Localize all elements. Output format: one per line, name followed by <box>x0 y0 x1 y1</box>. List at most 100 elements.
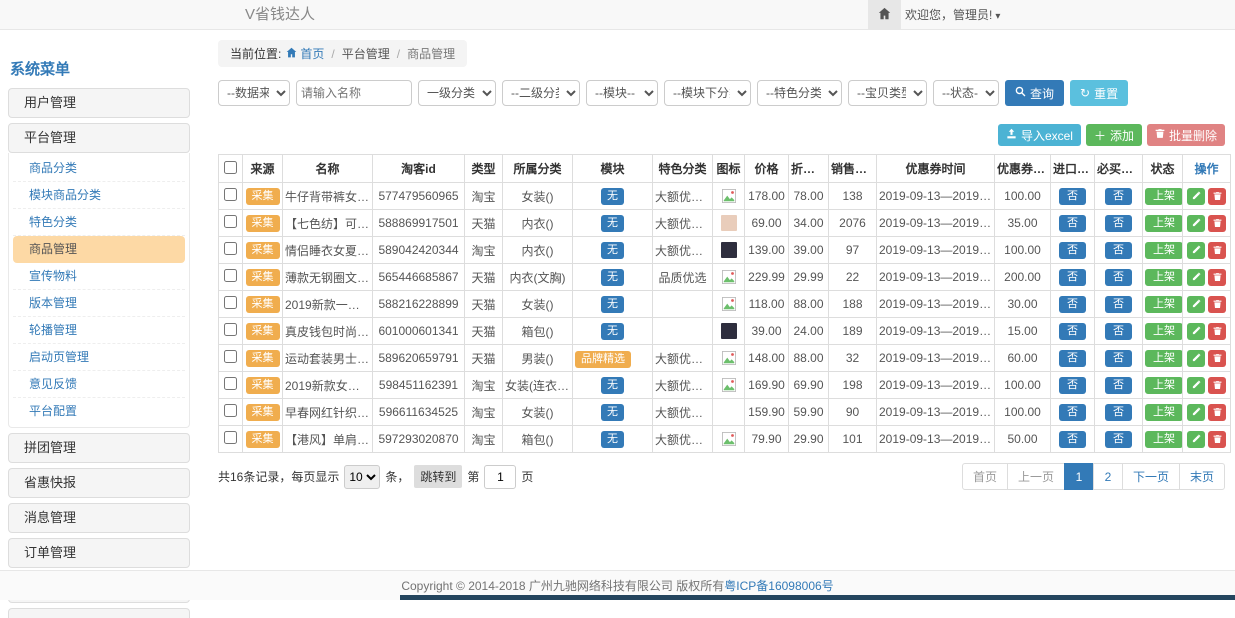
reset-button[interactable]: ↻ 重置 <box>1070 80 1128 106</box>
home-button[interactable] <box>868 0 901 30</box>
status-toggle[interactable]: 上架 <box>1145 431 1183 448</box>
jump-button[interactable]: 跳转到 <box>414 465 462 488</box>
filter-data-source[interactable]: --数据来源-- <box>218 80 290 106</box>
delete-button[interactable] <box>1208 215 1226 232</box>
status-toggle[interactable]: 上架 <box>1145 377 1183 394</box>
must-buy-toggle[interactable]: 否 <box>1105 404 1132 421</box>
sidebar-section-0[interactable]: 用户管理 <box>8 88 190 118</box>
page-number-input[interactable] <box>484 465 516 489</box>
delete-button[interactable] <box>1208 377 1226 394</box>
sidebar-section-12[interactable]: 拼团管理 <box>8 433 190 463</box>
page-button-上一页[interactable]: 上一页 <box>1007 463 1065 490</box>
edit-button[interactable] <box>1187 323 1205 340</box>
must-buy-toggle[interactable]: 否 <box>1105 242 1132 259</box>
edit-button[interactable] <box>1187 242 1205 259</box>
sidebar-section-14[interactable]: 消息管理 <box>8 503 190 533</box>
row-checkbox[interactable] <box>224 431 237 444</box>
import-select-toggle[interactable]: 否 <box>1059 377 1086 394</box>
row-checkbox[interactable] <box>224 242 237 255</box>
sidebar-item-3[interactable]: 模块商品分类 <box>13 182 185 209</box>
import-select-toggle[interactable]: 否 <box>1059 404 1086 421</box>
sidebar-item-7[interactable]: 版本管理 <box>13 290 185 317</box>
status-toggle[interactable]: 上架 <box>1145 188 1183 205</box>
sidebar-section-cutoff[interactable] <box>8 608 190 618</box>
delete-button[interactable] <box>1208 269 1226 286</box>
row-checkbox[interactable] <box>224 350 237 363</box>
sidebar-item-9[interactable]: 启动页管理 <box>13 344 185 371</box>
user-menu[interactable]: 欢迎您，管理员!▾ <box>905 0 1000 32</box>
status-toggle[interactable]: 上架 <box>1145 350 1183 367</box>
page-button-下一页[interactable]: 下一页 <box>1122 463 1180 490</box>
filter-level2-category[interactable]: --二级分类-- <box>502 80 580 106</box>
import-select-toggle[interactable]: 否 <box>1059 323 1086 340</box>
must-buy-toggle[interactable]: 否 <box>1105 350 1132 367</box>
filter-module-sub-category[interactable]: --模块下分类-- <box>664 80 751 106</box>
import-select-toggle[interactable]: 否 <box>1059 188 1086 205</box>
sidebar-item-10[interactable]: 意见反馈 <box>13 371 185 398</box>
status-toggle[interactable]: 上架 <box>1145 269 1183 286</box>
sidebar-item-8[interactable]: 轮播管理 <box>13 317 185 344</box>
sidebar-section-1[interactable]: 平台管理 <box>8 123 190 153</box>
filter-status[interactable]: --状态-- <box>933 80 999 106</box>
must-buy-toggle[interactable]: 否 <box>1105 215 1132 232</box>
edit-button[interactable] <box>1187 188 1205 205</box>
filter-module[interactable]: --模块-- <box>586 80 658 106</box>
icp-link[interactable]: 粤ICP备16098006号 <box>724 579 833 593</box>
row-checkbox[interactable] <box>224 188 237 201</box>
page-button-2[interactable]: 2 <box>1093 463 1123 490</box>
filter-level1-category[interactable]: 一级分类 <box>418 80 496 106</box>
delete-button[interactable] <box>1208 323 1226 340</box>
sidebar-item-4[interactable]: 特色分类 <box>13 209 185 236</box>
status-toggle[interactable]: 上架 <box>1145 242 1183 259</box>
import-select-toggle[interactable]: 否 <box>1059 269 1086 286</box>
row-checkbox[interactable] <box>224 404 237 417</box>
delete-button[interactable] <box>1208 242 1226 259</box>
import-select-toggle[interactable]: 否 <box>1059 431 1086 448</box>
delete-button[interactable] <box>1208 350 1226 367</box>
row-checkbox[interactable] <box>224 269 237 282</box>
import-select-toggle[interactable]: 否 <box>1059 350 1086 367</box>
import-select-toggle[interactable]: 否 <box>1059 296 1086 313</box>
name-search-input[interactable] <box>296 80 412 106</box>
sidebar-section-13[interactable]: 省惠快报 <box>8 468 190 498</box>
sidebar-item-2[interactable]: 商品分类 <box>13 155 185 182</box>
status-toggle[interactable]: 上架 <box>1145 404 1183 421</box>
sidebar-item-6[interactable]: 宣传物料 <box>13 263 185 290</box>
search-button[interactable]: 查询 <box>1005 80 1064 106</box>
edit-button[interactable] <box>1187 215 1205 232</box>
page-button-末页[interactable]: 末页 <box>1179 463 1225 490</box>
must-buy-toggle[interactable]: 否 <box>1105 377 1132 394</box>
edit-button[interactable] <box>1187 404 1205 421</box>
must-buy-toggle[interactable]: 否 <box>1105 188 1132 205</box>
filter-item-type[interactable]: --宝贝类型-- <box>848 80 927 106</box>
sidebar-item-11[interactable]: 平台配置 <box>13 398 185 425</box>
row-checkbox[interactable] <box>224 377 237 390</box>
add-button[interactable]: ＋ 添加 <box>1086 124 1142 146</box>
import-select-toggle[interactable]: 否 <box>1059 215 1086 232</box>
delete-button[interactable] <box>1208 188 1226 205</box>
batch-delete-button[interactable]: 批量删除 <box>1147 124 1225 146</box>
import-select-toggle[interactable]: 否 <box>1059 242 1086 259</box>
must-buy-toggle[interactable]: 否 <box>1105 323 1132 340</box>
must-buy-toggle[interactable]: 否 <box>1105 269 1132 286</box>
edit-button[interactable] <box>1187 269 1205 286</box>
page-button-1[interactable]: 1 <box>1064 463 1094 490</box>
edit-button[interactable] <box>1187 377 1205 394</box>
edit-button[interactable] <box>1187 296 1205 313</box>
row-checkbox[interactable] <box>224 296 237 309</box>
delete-button[interactable] <box>1208 404 1226 421</box>
per-page-select[interactable]: 10 <box>344 465 380 489</box>
row-checkbox[interactable] <box>224 323 237 336</box>
status-toggle[interactable]: 上架 <box>1145 323 1183 340</box>
row-checkbox[interactable] <box>224 215 237 228</box>
must-buy-toggle[interactable]: 否 <box>1105 431 1132 448</box>
edit-button[interactable] <box>1187 431 1205 448</box>
sidebar-section-15[interactable]: 订单管理 <box>8 538 190 568</box>
select-all-checkbox[interactable] <box>224 161 237 174</box>
breadcrumb-home-link[interactable]: 首页 <box>286 45 324 62</box>
edit-button[interactable] <box>1187 350 1205 367</box>
must-buy-toggle[interactable]: 否 <box>1105 296 1132 313</box>
import-excel-button[interactable]: 导入excel <box>998 124 1081 146</box>
delete-button[interactable] <box>1208 431 1226 448</box>
page-button-首页[interactable]: 首页 <box>962 463 1008 490</box>
